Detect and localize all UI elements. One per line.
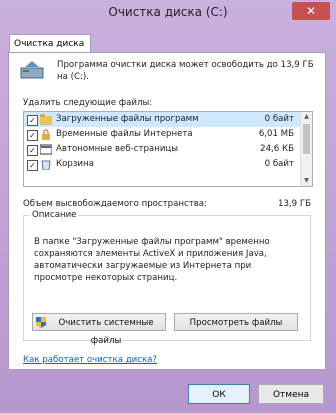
- help-link[interactable]: Как работает очистка диска?: [23, 355, 157, 365]
- scroll-down-icon[interactable]: ▼: [301, 176, 312, 186]
- ok-button[interactable]: ОК: [188, 384, 250, 404]
- clean-system-files-button[interactable]: Очистить системные файлы: [32, 313, 166, 346]
- window-title: Очистка диска (C:): [108, 5, 228, 19]
- checkbox[interactable]: ✓: [27, 130, 38, 141]
- list-item[interactable]: ✓ Загруженные файлы программ 0 байт: [24, 112, 312, 127]
- checkbox[interactable]: ✓: [27, 145, 38, 156]
- item-size: 0 байт: [264, 114, 294, 124]
- folder-icon: [40, 114, 52, 125]
- tab-disk-cleanup[interactable]: Очистка диска: [9, 34, 91, 52]
- cancel-button[interactable]: Отмена: [258, 384, 324, 404]
- item-name: Корзина: [56, 159, 94, 169]
- close-button[interactable]: ✕: [292, 2, 330, 20]
- item-size: 24,6 КБ: [260, 144, 294, 154]
- total-space-value: 13,9 ГБ: [277, 199, 311, 209]
- recycle-bin-icon: [41, 160, 51, 170]
- webpage-icon: [40, 144, 52, 155]
- files-to-delete-label: Удалить следующие файлы:: [23, 98, 153, 108]
- lock-icon: [42, 129, 50, 140]
- list-item[interactable]: ✓ Автономные веб-страницы 24,6 КБ: [24, 142, 312, 157]
- total-space-label: Объем высвобождаемого пространства:: [23, 199, 207, 209]
- list-scrollbar[interactable]: ▲ ▼: [300, 112, 312, 186]
- title-bar[interactable]: Очистка диска (C:) ✕: [0, 0, 336, 26]
- list-item[interactable]: ✓ Корзина 0 байт: [24, 157, 312, 172]
- disk-cleanup-window: Очистка диска (C:) ✕ Очистка диска Прогр…: [0, 0, 336, 413]
- description-group: Описание В папке "Загруженные файлы прог…: [23, 210, 311, 346]
- tab-panel: Программа очистки диска может освободить…: [8, 52, 326, 370]
- scroll-thumb[interactable]: [303, 124, 310, 154]
- description-text: В папке "Загруженные файлы программ" вре…: [34, 237, 270, 283]
- checkbox[interactable]: ✓: [27, 160, 38, 171]
- item-name: Временные файлы Интернета: [56, 129, 193, 139]
- item-name: Загруженные файлы программ: [56, 114, 199, 124]
- item-size: 0 байт: [264, 159, 294, 169]
- summary-text: Программа очистки диска может освободить…: [57, 60, 314, 82]
- view-files-button[interactable]: Просмотреть файлы: [174, 313, 298, 331]
- scroll-up-icon[interactable]: ▲: [301, 112, 312, 122]
- clean-system-files-label: Очистить системные файлы: [58, 318, 154, 346]
- files-list[interactable]: ✓ Загруженные файлы программ 0 байт ✓ Вр…: [23, 111, 313, 187]
- description-title: Описание: [30, 210, 79, 220]
- shield-icon: [36, 317, 46, 328]
- item-name: Автономные веб-страницы: [56, 144, 179, 154]
- list-item[interactable]: ✓ Временные файлы Интернета 6,01 МБ: [24, 127, 312, 142]
- item-size: 6,01 МБ: [258, 129, 294, 139]
- drive-icon: [20, 61, 44, 79]
- checkbox[interactable]: ✓: [27, 115, 38, 126]
